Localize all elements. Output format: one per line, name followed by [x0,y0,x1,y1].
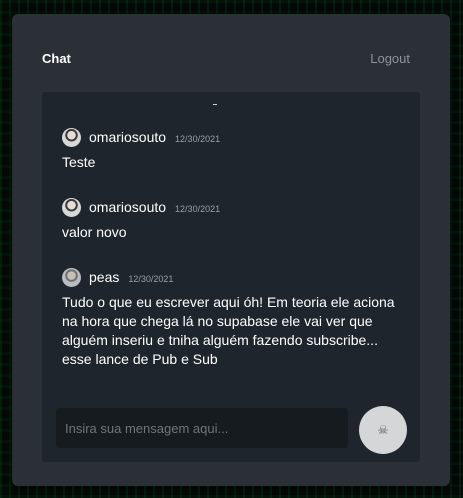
list-item: peas 12/30/2021 Tudo o que eu escrever a… [42,266,420,369]
scroll-indicator [213,104,217,105]
message-timestamp: 12/30/2021 [175,133,221,144]
message-header: omariosouto 12/30/2021 [62,126,400,148]
chat-header: Chat Logout [12,14,450,94]
message-header: peas 12/30/2021 [62,266,400,288]
message-timestamp: 12/30/2021 [175,203,221,214]
user-photo-icon [62,127,81,147]
logout-button[interactable]: Logout [370,51,410,66]
user-photo-icon [62,197,81,217]
message-username: peas [89,269,120,285]
message-list: omariosouto 12/30/2021 Teste omariosouto… [42,126,420,369]
list-item: omariosouto 12/30/2021 valor novo [42,196,420,266]
message-header: omariosouto 12/30/2021 [62,196,400,218]
message-username: omariosouto [89,199,167,215]
message-text: Teste [62,154,96,170]
send-button[interactable]: ☠ [359,406,407,454]
user-photo-icon [62,267,81,287]
list-item: omariosouto 12/30/2021 Teste [42,126,420,196]
message-composer: ☠ [56,406,407,458]
chat-panel: Chat Logout omariosouto 12/30/2021 Teste… [12,14,450,486]
message-username: omariosouto [89,129,167,145]
page-title: Chat [42,51,71,66]
message-input[interactable] [56,408,348,448]
message-text: valor novo [62,224,127,240]
message-text: Tudo o que eu escrever aqui óh! Em teori… [62,294,395,367]
message-timestamp: 12/30/2021 [128,273,174,284]
skull-icon: ☠ [377,423,389,437]
